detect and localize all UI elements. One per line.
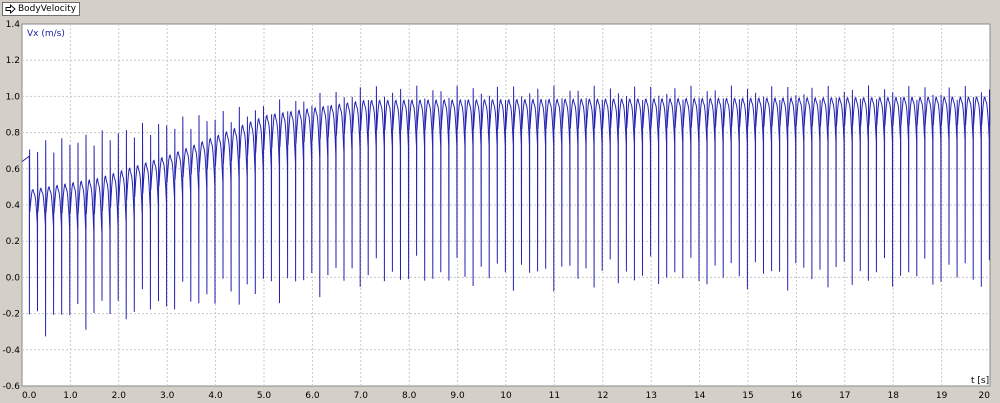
x-tick-label: 9.0 — [450, 391, 465, 401]
x-tick-label: 20 — [979, 391, 991, 401]
x-tick-label: 12 — [597, 391, 608, 401]
x-tick-label: 13 — [645, 391, 656, 401]
y-tick-label: 0.0 — [6, 273, 21, 283]
x-tick-label: 15 — [742, 391, 753, 401]
x-axis-label: t [s] — [971, 376, 989, 386]
x-tick-label: 2.0 — [112, 391, 127, 401]
x-tick-label: 4.0 — [208, 391, 223, 401]
x-tick-label: 7.0 — [354, 391, 369, 401]
x-tick-label: 18 — [887, 391, 899, 401]
y-tick-label: -0.4 — [2, 346, 20, 356]
x-tick-label: 3.0 — [160, 391, 175, 401]
y-tick-label: -0.2 — [2, 310, 20, 320]
y-tick-label: 1.2 — [6, 56, 20, 66]
x-tick-label: 17 — [839, 391, 850, 401]
y-axis-label: Vx (m/s) — [27, 29, 65, 39]
y-tick-label: 0.4 — [6, 201, 21, 211]
series-tab-label: BodyVelocity — [18, 4, 77, 14]
x-tick-label: 1.0 — [63, 391, 78, 401]
chart-svg: 0.0 1.0 2.0 3.0 4.0 5.0 6.0 7.0 8.0 9.0 10 11 12 13 14… — [2, 20, 991, 401]
x-tick-label: 10 — [500, 391, 512, 401]
x-tick-label: 11 — [549, 391, 560, 401]
y-tick-label: 1.4 — [6, 20, 21, 30]
y-tick-label: -0.6 — [2, 382, 20, 392]
x-tick-label: 19 — [936, 391, 948, 401]
x-tick-label: 16 — [791, 391, 803, 401]
x-tick-label: 8.0 — [402, 391, 417, 401]
series-tab[interactable]: BodyVelocity — [2, 2, 81, 16]
x-tick-label: 6.0 — [305, 391, 320, 401]
arrow-right-icon — [5, 4, 16, 14]
chart-window: 0.0 1.0 2.0 3.0 4.0 5.0 6.0 7.0 8.0 9.0 10 11 12 13 14… — [0, 0, 1000, 403]
x-tick-label: 14 — [694, 391, 706, 401]
y-tick-label: 0.2 — [6, 237, 20, 247]
y-tick-label: 0.8 — [6, 129, 21, 139]
y-tick-label: 0.6 — [6, 165, 21, 175]
x-tick-label: 5.0 — [257, 391, 272, 401]
x-tick-label: 0.0 — [22, 391, 37, 401]
y-tick-label: 1.0 — [6, 92, 21, 102]
